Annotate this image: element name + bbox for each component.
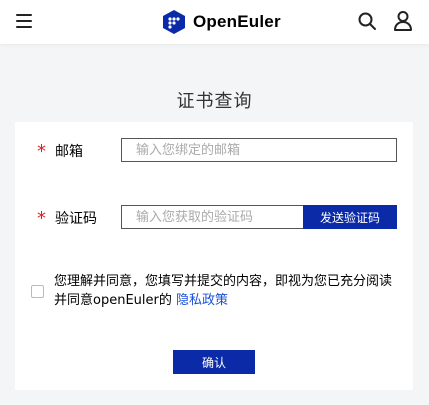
send-code-button[interactable]: 发送验证码 <box>303 205 397 229</box>
required-mark: * <box>37 208 46 229</box>
page-title: 证书查询 <box>176 91 253 112</box>
certificate-query-form: * 邮箱 * 验证码 发送验证码 您理解并同意，您填写并提交的内容，即视为您已充… <box>15 122 413 390</box>
user-icon[interactable] <box>393 10 413 32</box>
consent-checkbox[interactable] <box>31 285 44 298</box>
logo-icon <box>163 10 185 34</box>
privacy-policy-link[interactable]: 隐私政策 <box>176 293 228 308</box>
required-mark: * <box>37 141 46 162</box>
verification-code-input[interactable] <box>121 205 304 229</box>
top-navigation-bar: OpenEuler <box>0 0 429 44</box>
brand-logo[interactable]: OpenEuler <box>161 8 281 36</box>
search-icon[interactable] <box>357 11 377 31</box>
menu-icon[interactable] <box>16 14 34 28</box>
confirm-button[interactable]: 确认 <box>173 350 255 374</box>
email-label: 邮箱 <box>55 144 83 160</box>
email-input[interactable] <box>121 138 397 162</box>
code-label: 验证码 <box>55 211 97 227</box>
brand-name: OpenEuler <box>193 12 281 31</box>
consent-text: 您理解并同意，您填写并提交的内容，即视为您已充分阅读并同意openEuler的 … <box>54 272 399 310</box>
